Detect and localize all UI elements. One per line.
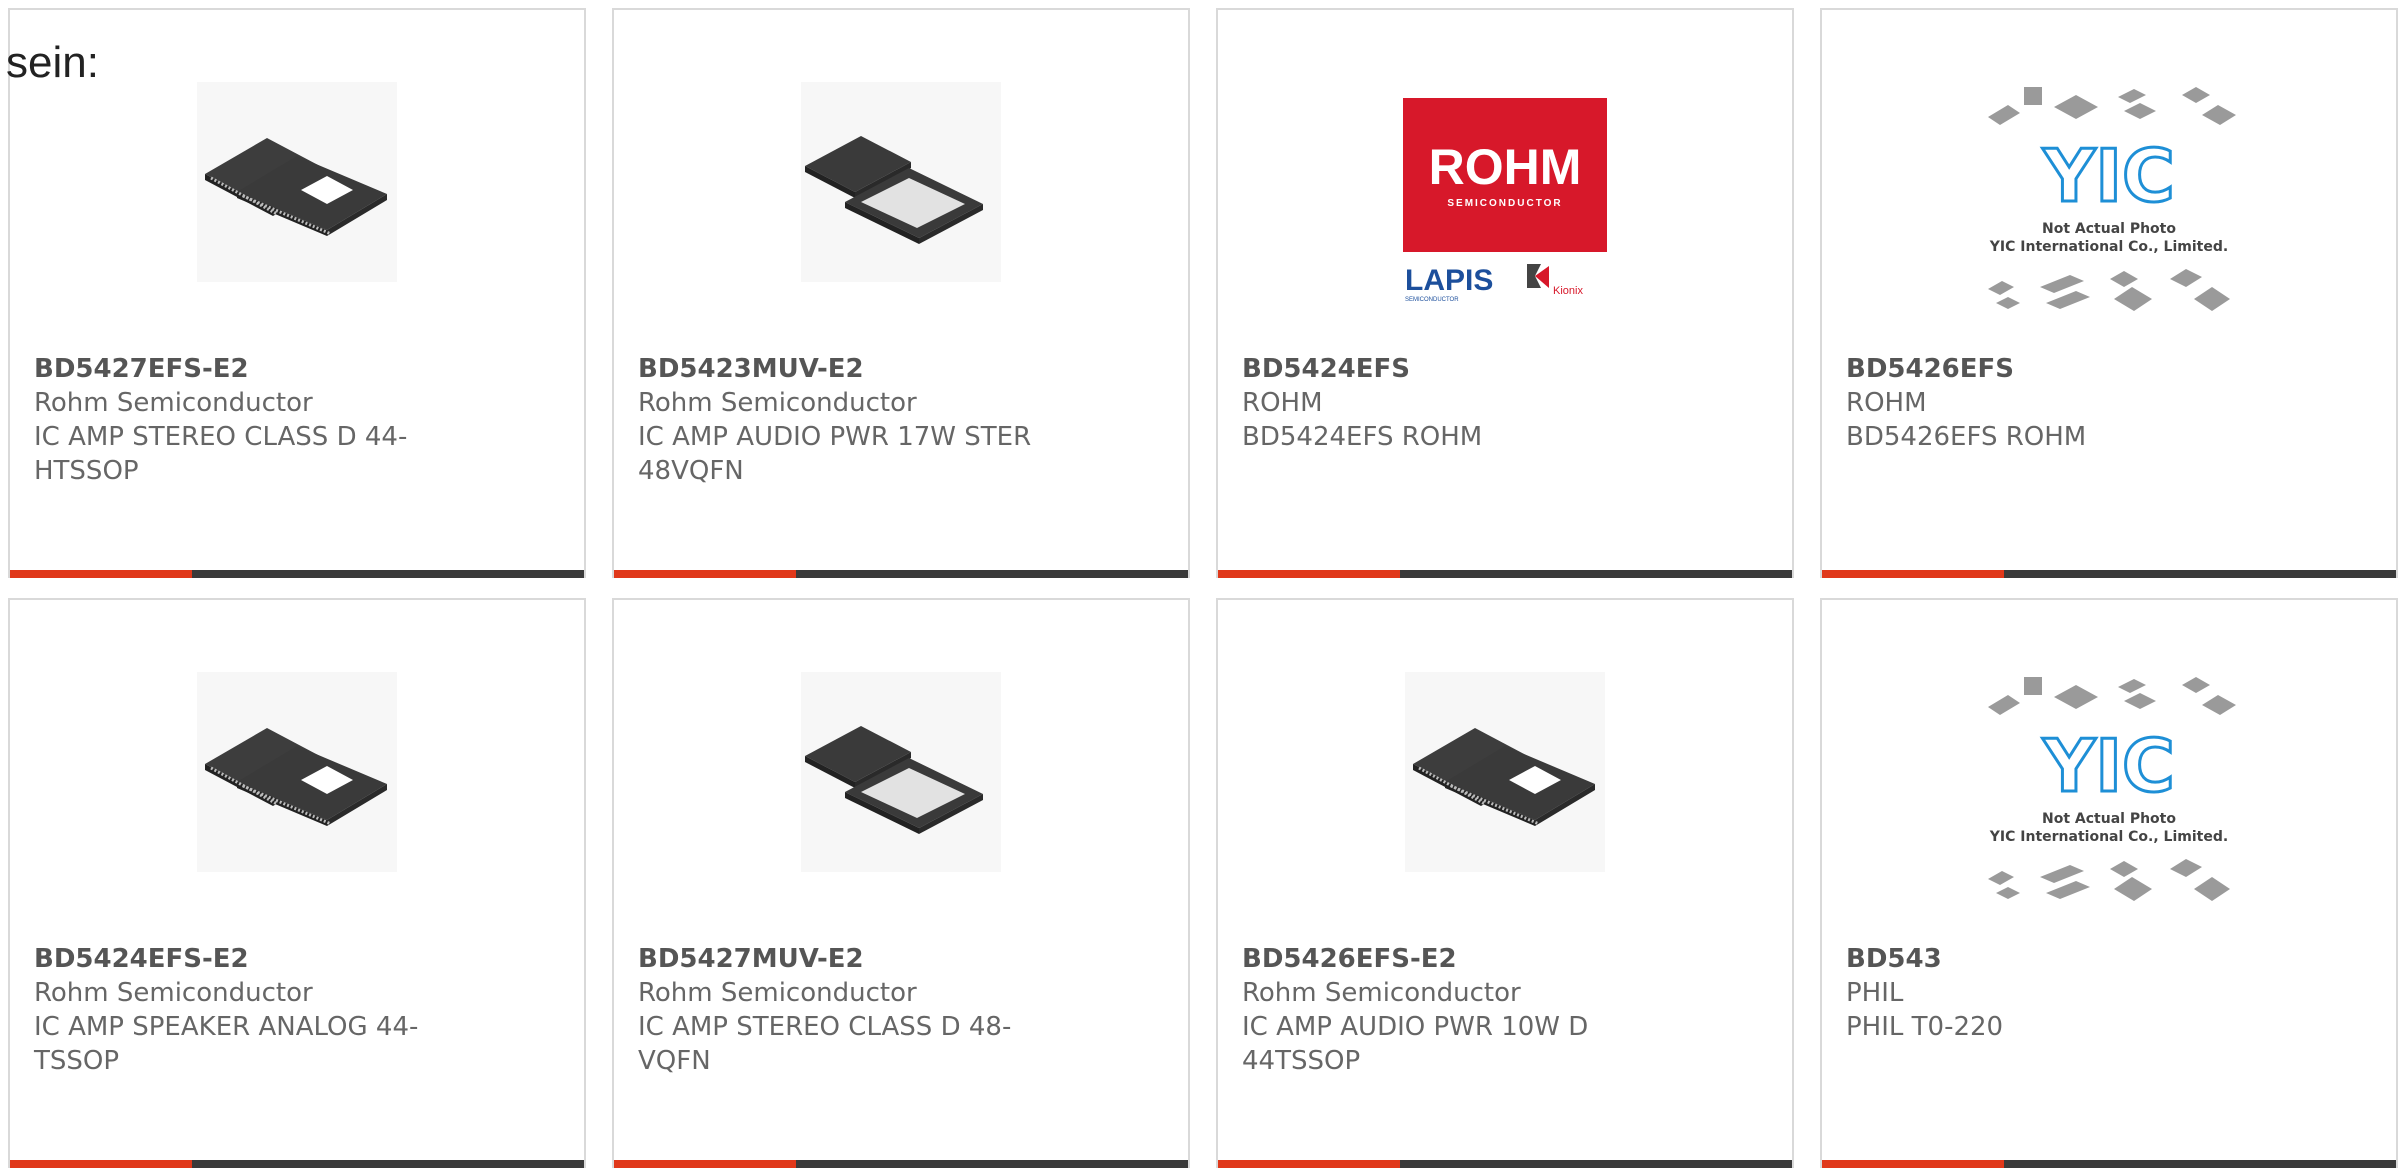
placeholder-note: Not Actual Photo bbox=[2042, 811, 2176, 827]
part-number[interactable]: BD5426EFS bbox=[1846, 352, 2266, 386]
card-bottom-bar bbox=[1218, 570, 1792, 578]
product-info: BD5427MUV-E2 Rohm Semiconductor IC AMP S… bbox=[638, 942, 1058, 1078]
card-bottom-bar bbox=[1822, 570, 2396, 578]
product-info: BD5426EFS ROHM BD5426EFS ROHM bbox=[1846, 352, 2266, 454]
manufacturer: ROHM bbox=[1242, 388, 1323, 418]
product-image[interactable] bbox=[614, 82, 1188, 282]
vqfn-package-image bbox=[801, 82, 1001, 282]
manufacturer: ROHM bbox=[1846, 388, 1927, 418]
product-image[interactable]: ROHM SEMICONDUCTOR LAPIS SEMICONDUCTOR K… bbox=[1218, 70, 1792, 332]
card-accent-bar bbox=[10, 570, 192, 578]
product-card[interactable]: BD5427MUV-E2 Rohm Semiconductor IC AMP S… bbox=[612, 598, 1190, 1168]
description: IC AMP AUDIO PWR 10W D 44TSSOP bbox=[1242, 1012, 1589, 1076]
part-number[interactable]: BD543 bbox=[1846, 942, 2266, 976]
htssop-package-image bbox=[197, 672, 397, 872]
product-image[interactable] bbox=[614, 672, 1188, 872]
yic-logo: YIC bbox=[2042, 134, 2175, 218]
card-bottom-bar bbox=[614, 1160, 1188, 1168]
product-image[interactable]: YIC Not Actual Photo YIC International C… bbox=[1822, 660, 2396, 922]
product-card[interactable]: BD5426EFS-E2 Rohm Semiconductor IC AMP A… bbox=[1216, 598, 1794, 1168]
yic-placeholder-image: YIC Not Actual Photo YIC International C… bbox=[1988, 677, 2236, 901]
description: PHIL T0-220 bbox=[1846, 1012, 2004, 1042]
product-card[interactable]: BD5427EFS-E2 Rohm Semiconductor IC AMP S… bbox=[8, 8, 586, 578]
description: BD5424EFS ROHM bbox=[1242, 422, 1483, 452]
description: BD5426EFS ROHM bbox=[1846, 422, 2087, 452]
product-image[interactable] bbox=[1218, 672, 1792, 872]
card-accent-bar bbox=[10, 1160, 192, 1168]
part-number[interactable]: BD5424EFS-E2 bbox=[34, 942, 454, 976]
manufacturer: Rohm Semiconductor bbox=[1242, 978, 1521, 1008]
card-accent-bar bbox=[614, 570, 796, 578]
product-card[interactable]: YIC Not Actual Photo YIC International C… bbox=[1820, 8, 2398, 578]
description: IC AMP STEREO CLASS D 48-VQFN bbox=[638, 1012, 1012, 1076]
card-bottom-bar bbox=[614, 570, 1188, 578]
part-number[interactable]: BD5427EFS-E2 bbox=[34, 352, 454, 386]
description: IC AMP SPEAKER ANALOG 44-TSSOP bbox=[34, 1012, 419, 1076]
product-card[interactable]: ROHM SEMICONDUCTOR LAPIS SEMICONDUCTOR K… bbox=[1216, 8, 1794, 578]
manufacturer: Rohm Semiconductor bbox=[638, 388, 917, 418]
manufacturer: Rohm Semiconductor bbox=[638, 978, 917, 1008]
card-accent-bar bbox=[1218, 570, 1400, 578]
product-info: BD5424EFS-E2 Rohm Semiconductor IC AMP S… bbox=[34, 942, 454, 1078]
lapis-logo-subtext: SEMICONDUCTOR bbox=[1405, 297, 1459, 303]
product-info: BD5423MUV-E2 Rohm Semiconductor IC AMP A… bbox=[638, 352, 1058, 488]
yic-logo: YIC bbox=[2042, 724, 2175, 808]
manufacturer: PHIL bbox=[1846, 978, 1904, 1008]
manufacturer: Rohm Semiconductor bbox=[34, 388, 313, 418]
product-grid: BD5427EFS-E2 Rohm Semiconductor IC AMP S… bbox=[8, 8, 2398, 1168]
product-card[interactable]: BD5423MUV-E2 Rohm Semiconductor IC AMP A… bbox=[612, 8, 1190, 578]
product-info: BD5426EFS-E2 Rohm Semiconductor IC AMP A… bbox=[1242, 942, 1662, 1078]
product-image[interactable]: YIC Not Actual Photo YIC International C… bbox=[1822, 70, 2396, 332]
product-image[interactable] bbox=[10, 672, 584, 872]
product-card[interactable]: BD5424EFS-E2 Rohm Semiconductor IC AMP S… bbox=[8, 598, 586, 1168]
product-info: BD5424EFS ROHM BD5424EFS ROHM bbox=[1242, 352, 1662, 454]
product-info: BD543 PHIL PHIL T0-220 bbox=[1846, 942, 2266, 1044]
card-accent-bar bbox=[1218, 1160, 1400, 1168]
rohm-logo-image: ROHM SEMICONDUCTOR LAPIS SEMICONDUCTOR K… bbox=[1403, 98, 1607, 303]
htssop-package-image bbox=[197, 82, 397, 282]
card-bottom-bar bbox=[1822, 1160, 2396, 1168]
card-accent-bar bbox=[1822, 1160, 2004, 1168]
htssop-package-image bbox=[1405, 672, 1605, 872]
part-number[interactable]: BD5427MUV-E2 bbox=[638, 942, 1058, 976]
kionix-logo-text: Kionix bbox=[1553, 285, 1583, 297]
product-card[interactable]: YIC Not Actual Photo YIC International C… bbox=[1820, 598, 2398, 1168]
card-bottom-bar bbox=[1218, 1160, 1792, 1168]
part-number[interactable]: BD5426EFS-E2 bbox=[1242, 942, 1662, 976]
product-info: BD5427EFS-E2 Rohm Semiconductor IC AMP S… bbox=[34, 352, 454, 488]
placeholder-company: YIC International Co., Limited. bbox=[1989, 239, 2228, 255]
card-bottom-bar bbox=[10, 570, 584, 578]
vqfn-package-image bbox=[801, 672, 1001, 872]
part-number[interactable]: BD5424EFS bbox=[1242, 352, 1662, 386]
card-accent-bar bbox=[614, 1160, 796, 1168]
intro-text: sein: bbox=[6, 38, 99, 87]
card-bottom-bar bbox=[10, 1160, 584, 1168]
yic-placeholder-image: YIC Not Actual Photo YIC International C… bbox=[1988, 87, 2236, 311]
part-number[interactable]: BD5423MUV-E2 bbox=[638, 352, 1058, 386]
card-accent-bar bbox=[1822, 570, 2004, 578]
placeholder-note: Not Actual Photo bbox=[2042, 221, 2176, 237]
rohm-logo-subtext: SEMICONDUCTOR bbox=[1447, 198, 1562, 209]
description: IC AMP AUDIO PWR 17W STER 48VQFN bbox=[638, 422, 1032, 486]
rohm-logo-text: ROHM bbox=[1429, 139, 1582, 195]
description: IC AMP STEREO CLASS D 44-HTSSOP bbox=[34, 422, 408, 486]
manufacturer: Rohm Semiconductor bbox=[34, 978, 313, 1008]
lapis-logo-text: LAPIS bbox=[1405, 264, 1493, 297]
product-image[interactable] bbox=[10, 82, 584, 282]
placeholder-company: YIC International Co., Limited. bbox=[1989, 829, 2228, 845]
